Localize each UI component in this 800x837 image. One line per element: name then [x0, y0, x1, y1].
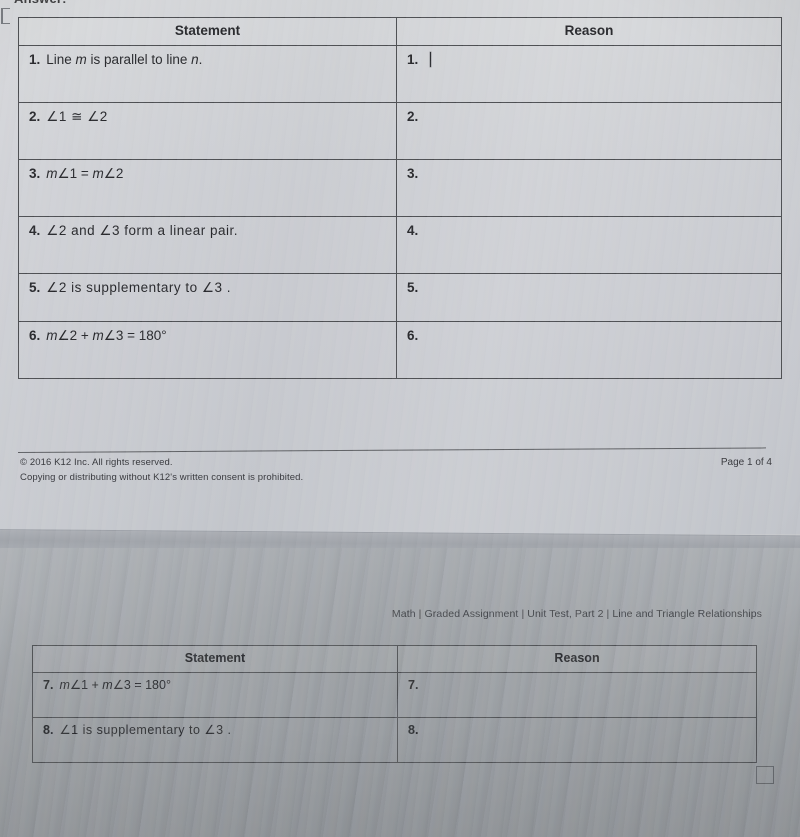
- copyright-notice: © 2016 K12 Inc. All rights reserved. Cop…: [20, 456, 303, 485]
- photographed-document: Answer: Statement Reason 1. Line m is par…: [0, 0, 800, 837]
- reason-number-7: 7.: [408, 678, 419, 692]
- statement-number-3: 3.: [29, 166, 41, 181]
- reason-number-8: 8.: [408, 723, 419, 737]
- column-header-statement: Statement: [18, 17, 397, 46]
- statement-text-6: m∠2 + m∠3 = 180°: [46, 328, 167, 343]
- reason-cell-1[interactable]: 1.: [396, 45, 782, 103]
- proof-table-page-2: Statement Reason 7. m∠1 + m∠3 = 180° 7. 8…: [32, 645, 757, 763]
- reason-number-1: 1.: [407, 52, 419, 67]
- proof-table-page-1: Statement Reason 1. Line m is parallel to…: [18, 17, 782, 379]
- table-row: 2. ∠1 ≅ ∠2 2.: [18, 102, 782, 160]
- reason-number-6: 6.: [407, 328, 419, 343]
- statement-number-6: 6.: [29, 328, 41, 343]
- text-cursor-icon: [430, 52, 432, 67]
- statement-number-4: 4.: [29, 223, 41, 238]
- statement-text-8: ∠1 is supplementary to ∠3 .: [59, 723, 232, 737]
- statement-number-7: 7.: [43, 678, 54, 692]
- reason-cell-6[interactable]: 6.: [396, 321, 782, 379]
- table-row: 4. ∠2 and ∠3 form a linear pair. 4.: [18, 216, 782, 274]
- statement-number-2: 2.: [29, 109, 41, 124]
- statement-cell-8: 8. ∠1 is supplementary to ∠3 .: [32, 717, 398, 763]
- statement-text-1: Line m is parallel to line n.: [46, 52, 203, 67]
- reason-cell-5[interactable]: 5.: [396, 273, 782, 322]
- statement-text-7: m∠1 + m∠3 = 180°: [59, 678, 171, 692]
- statement-text-4: ∠2 and ∠3 form a linear pair.: [46, 223, 239, 238]
- page-edge-marker-icon: [1, 8, 10, 24]
- statement-text-2: ∠1 ≅ ∠2: [46, 109, 108, 124]
- statement-cell-5: 5. ∠2 is supplementary to ∠3 .: [18, 273, 397, 322]
- column-header-reason-2: Reason: [397, 645, 757, 673]
- statement-number-1: 1.: [29, 52, 41, 67]
- reason-cell-3[interactable]: 3.: [396, 159, 782, 217]
- reason-number-5: 5.: [407, 280, 419, 295]
- statement-cell-1: 1. Line m is parallel to line n.: [18, 45, 397, 103]
- statement-cell-3: 3. m∠1 = m∠2: [18, 159, 397, 217]
- reason-cell-2[interactable]: 2.: [396, 102, 782, 160]
- reason-cell-8[interactable]: 8.: [397, 717, 757, 763]
- table-row: 1. Line m is parallel to line n. 1.: [18, 45, 782, 103]
- statement-number-8: 8.: [43, 723, 54, 737]
- table-row: 7. m∠1 + m∠3 = 180° 7.: [32, 672, 757, 718]
- statement-number-5: 5.: [29, 280, 41, 295]
- statement-cell-4: 4. ∠2 and ∠3 form a linear pair.: [18, 216, 397, 274]
- table-row: 6. m∠2 + m∠3 = 180° 6.: [18, 321, 782, 379]
- copyright-line-1: © 2016 K12 Inc. All rights reserved.: [20, 457, 173, 468]
- answer-heading: Answer:: [14, 0, 67, 6]
- statement-cell-6: 6. m∠2 + m∠3 = 180°: [18, 321, 397, 379]
- table-row: 3. m∠1 = m∠2 3.: [18, 159, 782, 217]
- copyright-line-2: Copying or distributing without K12's wr…: [20, 471, 304, 483]
- selection-handle[interactable]: [756, 766, 774, 784]
- table-row: 5. ∠2 is supplementary to ∠3 . 5.: [18, 273, 782, 322]
- statement-text-3: m∠1 = m∠2: [46, 166, 124, 181]
- statement-cell-7: 7. m∠1 + m∠3 = 180°: [32, 672, 398, 718]
- reason-number-2: 2.: [407, 109, 419, 124]
- statement-text-5: ∠2 is supplementary to ∠3 .: [46, 280, 232, 295]
- reason-number-3: 3.: [407, 166, 419, 181]
- table-row: 8. ∠1 is supplementary to ∠3 . 8.: [32, 717, 757, 763]
- table-header-row: Statement Reason: [32, 645, 757, 673]
- page-number: Page 1 of 4: [720, 457, 772, 468]
- statement-cell-2: 2. ∠1 ≅ ∠2: [18, 102, 397, 160]
- reason-number-4: 4.: [407, 223, 419, 238]
- running-header: Math | Graded Assignment | Unit Test, Pa…: [391, 608, 762, 620]
- reason-cell-4[interactable]: 4.: [396, 216, 782, 274]
- column-header-reason: Reason: [396, 17, 782, 46]
- reason-cell-7[interactable]: 7.: [397, 672, 757, 718]
- table-header-row: Statement Reason: [18, 17, 782, 46]
- column-header-statement-2: Statement: [32, 645, 398, 673]
